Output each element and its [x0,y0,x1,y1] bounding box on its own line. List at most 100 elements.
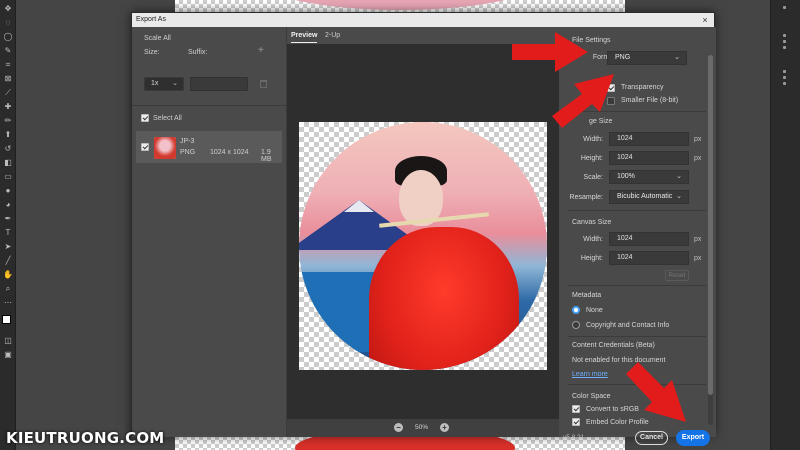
chevron-down-icon: ⌄ [674,54,680,61]
embed-profile-checkbox[interactable] [572,418,580,426]
canvas-width-input[interactable]: 1024 [609,232,689,246]
path-select-icon[interactable]: ➤ [3,242,13,252]
canvas-height-unit: px [694,255,702,262]
resample-value: Bicubic Automatic [617,193,673,200]
export-button[interactable]: Export [676,430,710,446]
eraser-tool-icon[interactable]: ◧ [3,158,13,168]
image-height-label: Height: [580,155,603,162]
image-height-unit: px [694,155,702,162]
more-tools-icon[interactable]: ⋯ [3,298,13,308]
healing-tool-icon[interactable]: ✚ [3,102,13,112]
scale-all-heading: Scale All [144,35,171,42]
pen-tool-icon[interactable]: ✒ [3,214,13,224]
zoom-bar: − 50% + [287,419,559,437]
scale-label: Scale: [583,174,603,181]
plus-icon[interactable]: + [258,45,264,56]
panel-icon[interactable] [783,70,786,73]
dialog-title: Export As [136,16,166,23]
select-all-checkbox[interactable] [141,114,149,122]
panel-icon[interactable] [783,34,786,37]
file-dimensions: 1024 x 1024 [210,149,249,156]
scale-select[interactable]: 100% ⌄ [609,170,689,184]
chevron-down-icon: ⌄ [172,80,178,87]
divider [132,105,287,106]
marquee-tool-icon[interactable]: ◌ [3,18,13,28]
preview-pane: Preview 2-Up − 50% + [287,27,559,437]
divider [568,285,706,286]
reset-button[interactable]: Reset [665,270,689,281]
panel-icon[interactable] [783,46,786,49]
convert-srgb-checkbox[interactable] [572,405,580,413]
file-checkbox[interactable] [141,143,149,151]
tab-2-up[interactable]: 2-Up [325,32,340,39]
canvas-height-input[interactable]: 1024 [609,251,689,265]
ps-right-panel [770,0,800,450]
lasso-tool-icon[interactable]: ◯ [3,32,13,42]
blur-tool-icon[interactable]: ● [3,186,13,196]
quick-mask-icon[interactable]: ◫ [3,336,13,346]
metadata-copyright-radio[interactable] [572,321,580,329]
brush-tool-icon[interactable]: ✏ [3,116,13,126]
canvas-width-label: Width: [583,236,603,243]
smaller-file-label: Smaller File (8-bit) [621,97,679,104]
color-space-heading: Color Space [572,393,611,400]
line-tool-icon[interactable]: ╱ [3,256,13,266]
crop-tool-icon[interactable]: ⌗ [3,60,13,70]
canvas-width-unit: px [694,236,702,243]
resample-select[interactable]: Bicubic Automatic ⌄ [609,190,689,204]
scale-value: 100% [617,173,635,180]
frame-tool-icon[interactable]: ⊠ [3,74,13,84]
size-select[interactable]: 1x ⌄ [144,77,184,91]
format-value: PNG [615,54,631,61]
tab-preview[interactable]: Preview [291,32,318,43]
zoom-tool-icon[interactable]: ⌕ [3,284,13,294]
metadata-none-radio[interactable] [572,306,580,314]
format-select[interactable]: PNG ⌄ [607,51,687,65]
panel-icon[interactable] [783,76,786,79]
file-format: PNG [180,149,196,156]
transparency-label: Transparency [621,84,664,91]
panel-icon[interactable] [783,6,786,9]
cancel-button[interactable]: Cancel [635,431,668,445]
metadata-heading: Metadata [572,292,602,299]
panel-icon[interactable] [783,40,786,43]
image-width-input[interactable]: 1024 [609,132,689,146]
ps-toolbar: ✥ ◌ ◯ ✎ ⌗ ⊠ ⟋ ✚ ✏ ⬆ ↺ ◧ ▭ ● ◕ ✒ T ➤ ╱ ✋ … [0,0,16,450]
stamp-tool-icon[interactable]: ⬆ [3,130,13,140]
resample-label: Resample: [569,194,603,201]
file-name: JP-3 [180,138,195,145]
divider [568,210,706,211]
select-tool-icon[interactable]: ✎ [3,46,13,56]
preview-image [299,122,547,370]
settings-scrollbar[interactable] [708,55,713,425]
screen-mode-icon[interactable]: ▣ [3,350,13,360]
zoom-in-icon[interactable]: + [440,423,449,432]
dialog-titlebar[interactable]: Export As × [132,13,714,27]
canvas-size-heading: Canvas Size [572,219,612,226]
divider [568,336,706,337]
image-height-input[interactable]: 1024 [609,151,689,165]
preview-canvas[interactable] [287,44,559,419]
version-label: v5.8.21 [563,434,585,441]
gradient-tool-icon[interactable]: ▭ [3,172,13,182]
learn-more-link[interactable]: Learn more [572,371,608,378]
type-tool-icon[interactable]: T [3,228,13,238]
trash-icon[interactable] [260,80,267,88]
content-credentials-heading: Content Credentials (Beta) [572,342,655,349]
suffix-input[interactable] [190,77,248,91]
metadata-copyright-label: Copyright and Contact Info [586,322,670,329]
transparency-checkerboard [299,122,547,370]
file-list-item[interactable]: JP-3 PNG 1024 x 1024 1.9 MB [136,131,282,163]
foreground-color-swatch[interactable] [2,315,11,324]
dodge-tool-icon[interactable]: ◕ [3,200,13,210]
canvas-height-label: Height: [580,255,603,262]
size-label: Size: [144,49,160,56]
move-tool-icon[interactable]: ✥ [3,4,13,14]
zoom-out-icon[interactable]: − [394,423,403,432]
scrollbar-thumb[interactable] [708,55,713,395]
hand-tool-icon[interactable]: ✋ [3,270,13,280]
history-brush-icon[interactable]: ↺ [3,144,13,154]
close-icon[interactable]: × [700,13,710,27]
eyedropper-tool-icon[interactable]: ⟋ [3,88,13,98]
panel-icon[interactable] [783,82,786,85]
